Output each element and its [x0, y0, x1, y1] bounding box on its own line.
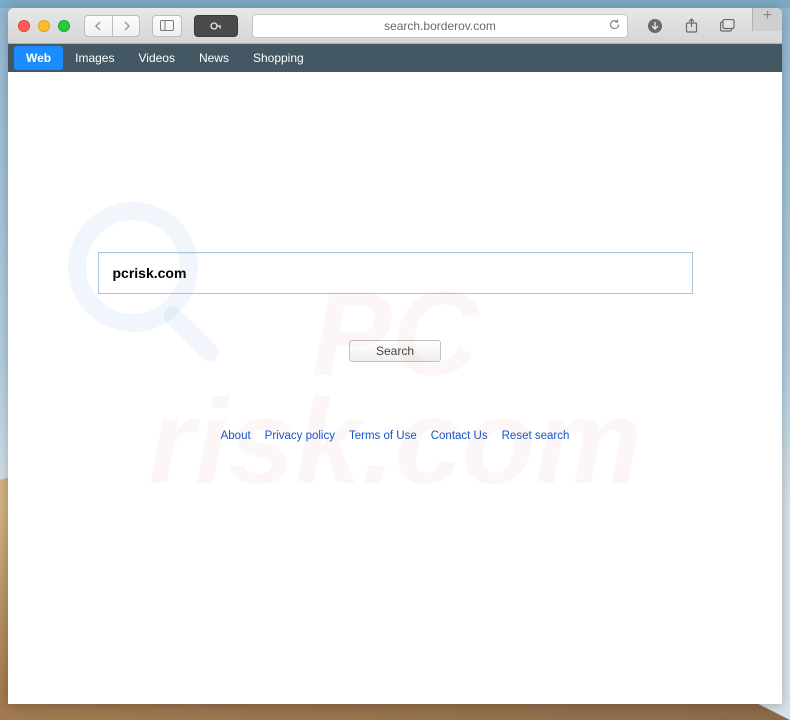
footer-link-reset[interactable]: Reset search [502, 430, 570, 442]
watermark-line2: risk.com [148, 388, 642, 496]
nav-buttons [84, 15, 140, 37]
traffic-lights [18, 20, 70, 32]
nav-tab-shopping[interactable]: Shopping [241, 46, 316, 70]
search-category-nav: Web Images Videos News Shopping [8, 44, 782, 72]
address-text: search.borderov.com [384, 19, 496, 33]
search-button[interactable]: Search [349, 340, 441, 362]
watermark-line1: PC [312, 280, 479, 388]
nav-tab-videos[interactable]: Videos [126, 46, 186, 70]
tabs-button[interactable] [714, 15, 740, 37]
browser-window: search.borderov.com + Web Images Videos … [8, 8, 782, 704]
downloads-button[interactable] [642, 15, 668, 37]
search-page: PC risk.com Search About Privacy policy … [8, 72, 782, 704]
close-window-button[interactable] [18, 20, 30, 32]
forward-button[interactable] [112, 15, 140, 37]
watermark-magnifier-icon [68, 202, 198, 332]
footer-link-contact[interactable]: Contact Us [431, 430, 488, 442]
new-tab-button[interactable]: + [752, 8, 782, 31]
content-area: Web Images Videos News Shopping PC risk.… [8, 44, 782, 704]
footer-link-about[interactable]: About [221, 430, 251, 442]
nav-tab-web[interactable]: Web [14, 46, 63, 70]
footer-links: About Privacy policy Terms of Use Contac… [8, 430, 782, 442]
watermark-text: PC risk.com [8, 72, 782, 704]
right-toolbar [642, 15, 740, 37]
password-button[interactable] [194, 15, 238, 37]
footer-link-privacy[interactable]: Privacy policy [265, 430, 335, 442]
back-button[interactable] [84, 15, 112, 37]
reload-icon[interactable] [608, 18, 621, 34]
minimize-window-button[interactable] [38, 20, 50, 32]
nav-tab-news[interactable]: News [187, 46, 241, 70]
share-button[interactable] [678, 15, 704, 37]
footer-link-terms[interactable]: Terms of Use [349, 430, 417, 442]
title-bar: search.borderov.com + [8, 8, 782, 44]
address-bar[interactable]: search.borderov.com [252, 14, 628, 38]
sidebar-toggle-button[interactable] [152, 15, 182, 37]
nav-tab-images[interactable]: Images [63, 46, 126, 70]
maximize-window-button[interactable] [58, 20, 70, 32]
